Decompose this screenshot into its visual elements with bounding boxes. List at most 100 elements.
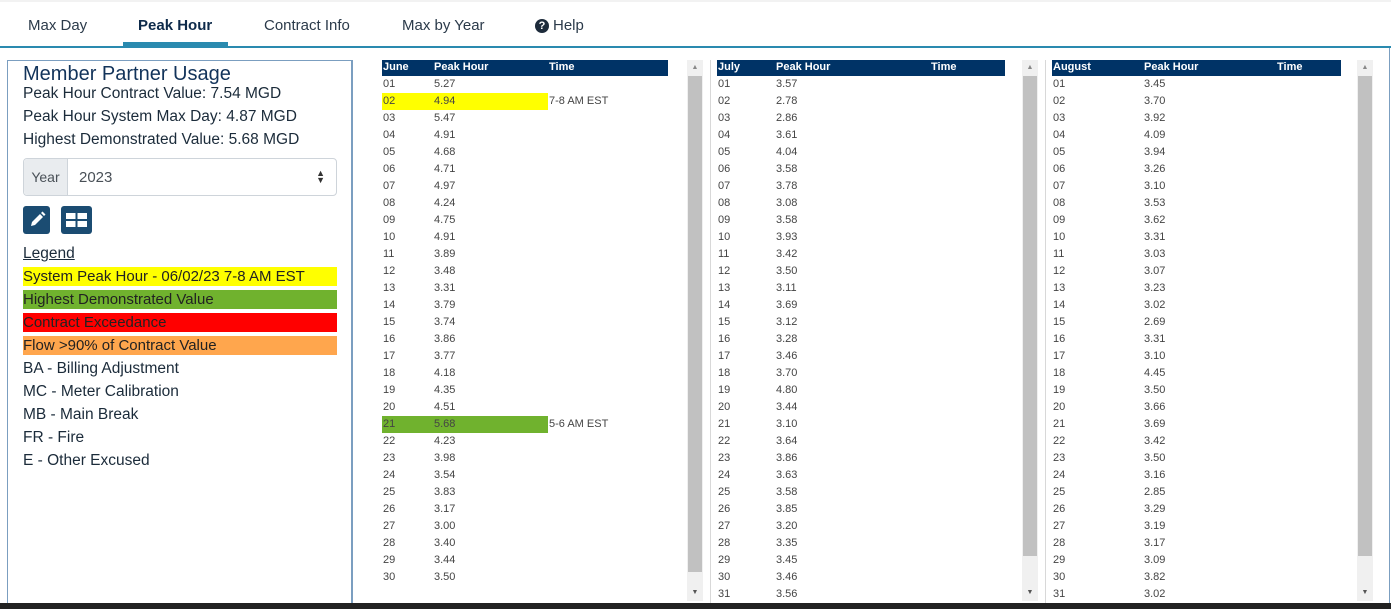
column-header-month: July	[718, 61, 741, 73]
cell-day: 05	[383, 146, 396, 158]
table-row: 09 3.58	[717, 212, 1005, 229]
scroll-up-arrow-icon[interactable]: ▲	[1357, 61, 1373, 75]
cell-value: 3.45	[1144, 78, 1166, 90]
cell-value: 4.94	[434, 95, 456, 107]
cell-value: 3.19	[1144, 520, 1166, 532]
table-row: 19 3.50	[1052, 382, 1341, 399]
table-row: 07 3.10	[1052, 178, 1341, 195]
scrollbar-august[interactable]: ▲ ▼	[1357, 60, 1373, 601]
scrollbar-thumb[interactable]	[1023, 76, 1037, 556]
scroll-up-arrow-icon[interactable]: ▲	[687, 61, 703, 75]
scrollbar-july[interactable]: ▲ ▼	[1022, 60, 1038, 601]
legend-highest-demonstrated: Highest Demonstrated Value	[23, 290, 337, 309]
cell-value: 4.45	[1144, 367, 1166, 379]
scroll-up-arrow-icon[interactable]: ▲	[1022, 61, 1038, 75]
cell-value: 3.31	[1144, 231, 1166, 243]
cell-day: 21	[383, 418, 396, 430]
cell-value: 2.78	[776, 95, 798, 107]
table-row: 25 2.85	[1052, 484, 1341, 501]
cell-value: 3.23	[1144, 282, 1166, 294]
cell-value: 3.42	[1144, 435, 1166, 447]
cell-value: 2.69	[1144, 316, 1166, 328]
cell-day: 07	[383, 180, 396, 192]
cell-value: 3.63	[776, 469, 798, 481]
legend-system-peak: System Peak Hour - 06/02/23 7-8 AM EST	[23, 267, 337, 286]
cell-value: 4.80	[776, 384, 798, 396]
legend-code-ba: BA - Billing Adjustment	[23, 360, 179, 377]
cell-day: 29	[718, 554, 731, 566]
cell-day: 02	[1053, 95, 1066, 107]
table-row: 23 3.86	[717, 450, 1005, 467]
scrollbar-june[interactable]: ▲ ▼	[687, 60, 703, 601]
legend-contract-exceedance: Contract Exceedance	[23, 313, 337, 332]
cell-day: 17	[383, 350, 396, 362]
cell-day: 29	[383, 554, 396, 566]
tab-peak-hour[interactable]: Peak Hour	[122, 17, 229, 47]
table-row: 17 3.10	[1052, 348, 1341, 365]
usage-panel: Member Partner Usage Peak Hour Contract …	[7, 60, 353, 609]
table-row: 02 2.78	[717, 93, 1005, 110]
table-row: 25 3.58	[717, 484, 1005, 501]
cell-day: 03	[1053, 112, 1066, 124]
table-row: 16 3.28	[717, 331, 1005, 348]
cell-value: 3.66	[1144, 401, 1166, 413]
month-table-august: August Peak Hour Time 01 3.45 02 3.70 03 3.92 04 4…	[1052, 60, 1382, 609]
cell-value: 3.45	[776, 554, 798, 566]
scroll-down-arrow-icon[interactable]: ▼	[687, 586, 703, 600]
table-row: 18 3.70	[717, 365, 1005, 382]
cell-day: 01	[718, 78, 731, 90]
cell-day: 16	[1053, 333, 1066, 345]
tab-help[interactable]: ? Help	[535, 17, 584, 47]
tab-max-by-year[interactable]: Max by Year	[402, 17, 485, 47]
month-table-june: June Peak Hour Time 01 5.27 02 4.94 7-8 AM EST 0…	[382, 60, 703, 609]
table-row: 20 4.51	[382, 399, 668, 416]
cell-day: 20	[383, 401, 396, 413]
year-select[interactable]: 2023 ▲ ▼	[68, 159, 336, 195]
cell-day: 15	[718, 316, 731, 328]
sort-caret-icon: ▲ ▼	[316, 168, 325, 185]
year-label: Year	[24, 159, 68, 195]
cell-day: 25	[718, 486, 731, 498]
table-row: 14 3.02	[1052, 297, 1341, 314]
cell-value: 3.85	[776, 503, 798, 515]
cell-day: 08	[383, 197, 396, 209]
table-row: 19 4.80	[717, 382, 1005, 399]
scrollbar-thumb[interactable]	[688, 76, 702, 572]
cell-day: 26	[1053, 503, 1066, 515]
tab-contract-info[interactable]: Contract Info	[264, 17, 350, 47]
cell-day: 10	[383, 231, 396, 243]
cell-value: 3.86	[434, 333, 456, 345]
table-row: 16 3.86	[382, 331, 668, 348]
cell-value: 3.57	[776, 78, 798, 90]
table-view-button[interactable]	[61, 206, 92, 234]
grid-icon	[66, 213, 87, 227]
cell-day: 13	[1053, 282, 1066, 294]
table-row: 07 4.97	[382, 178, 668, 195]
tab-max-day[interactable]: Max Day	[28, 17, 87, 47]
cell-value: 3.77	[434, 350, 456, 362]
table-row: 21 5.68 5-6 AM EST	[382, 416, 668, 433]
scroll-down-arrow-icon[interactable]: ▼	[1357, 586, 1373, 600]
cell-value: 3.94	[1144, 146, 1166, 158]
cell-day: 09	[718, 214, 731, 226]
scrollbar-thumb[interactable]	[1358, 76, 1372, 556]
cell-day: 28	[383, 537, 396, 549]
table-row: 22 3.42	[1052, 433, 1341, 450]
column-divider	[1045, 60, 1046, 609]
window-bottom-bar	[0, 603, 1391, 609]
cell-day: 30	[1053, 571, 1066, 583]
cell-value: 3.92	[1144, 112, 1166, 124]
cell-value: 3.82	[1144, 571, 1166, 583]
cell-day: 30	[383, 571, 396, 583]
cell-value: 3.74	[434, 316, 456, 328]
year-value: 2023	[79, 168, 113, 186]
table-row: 12 3.07	[1052, 263, 1341, 280]
cell-value: 3.64	[776, 435, 798, 447]
contract-value: Peak Hour Contract Value: 7.54 MGD	[23, 85, 282, 102]
cell-day: 22	[383, 435, 396, 447]
edit-button[interactable]	[23, 206, 50, 234]
cell-day: 18	[718, 367, 731, 379]
cell-value: 4.04	[776, 146, 798, 158]
cell-day: 09	[383, 214, 396, 226]
scroll-down-arrow-icon[interactable]: ▼	[1022, 586, 1038, 600]
